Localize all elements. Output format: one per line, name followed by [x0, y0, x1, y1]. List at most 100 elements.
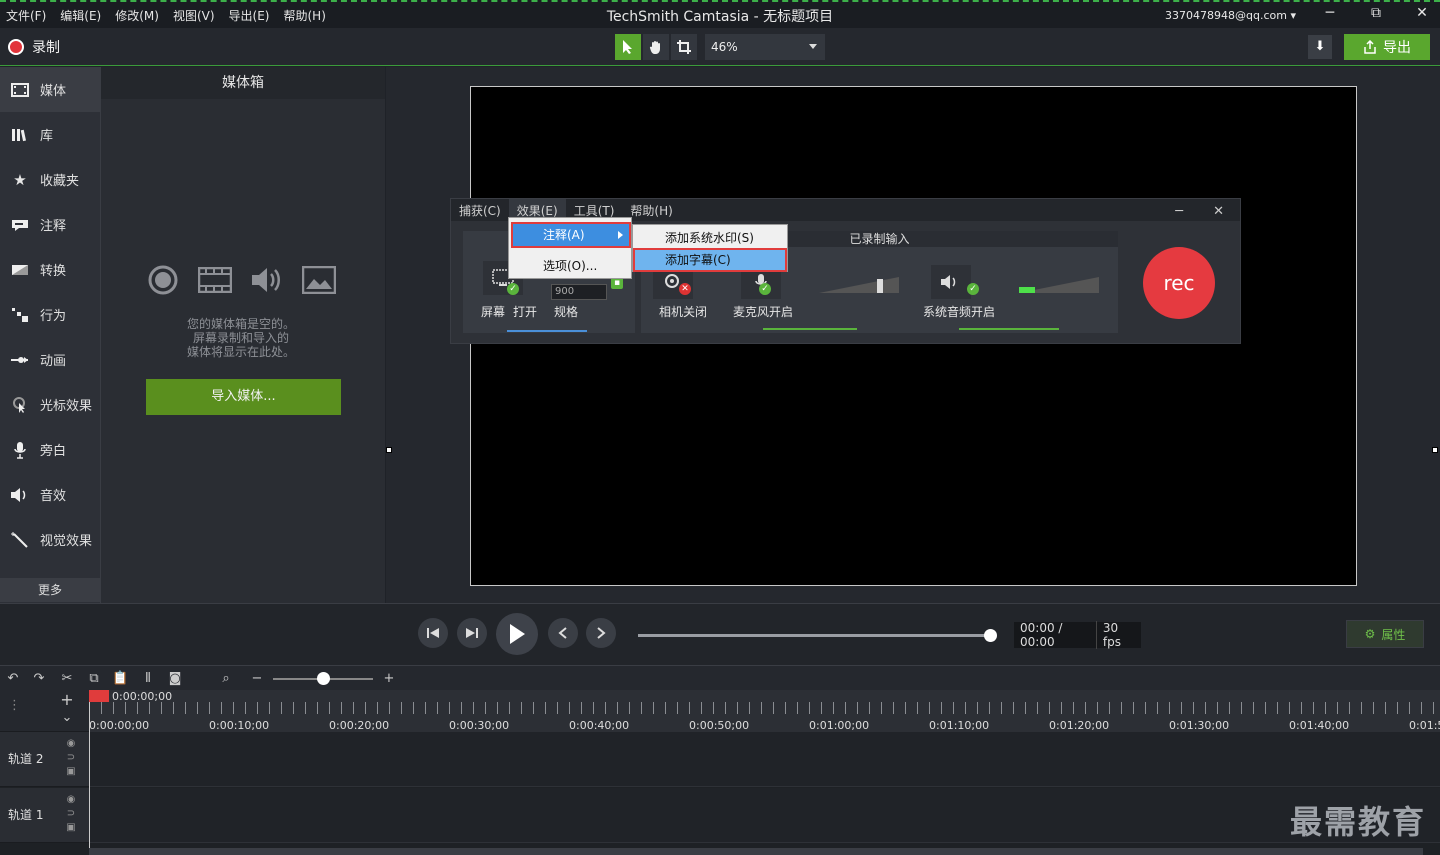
zoom-select[interactable]: 46%	[705, 34, 825, 60]
camera-label: 相机关闭	[659, 305, 708, 319]
playhead-handle[interactable]	[89, 690, 109, 702]
playhead-line	[89, 702, 90, 855]
sidebar-item-audio-effects[interactable]: 音效	[0, 472, 100, 517]
sidebar-item-label: 旁白	[40, 444, 67, 459]
ruler-label: 0:01:30;00	[1169, 719, 1230, 732]
mic-volume-slider[interactable]	[819, 275, 899, 295]
import-media-button[interactable]: 导入媒体...	[146, 379, 341, 415]
play-icon[interactable]	[496, 613, 538, 655]
record-button[interactable]: 录制	[8, 37, 60, 57]
sidebar-item-behaviors[interactable]: 行为	[0, 292, 100, 337]
sidebar-item-library[interactable]: 库	[0, 112, 100, 157]
zoom-in-icon[interactable]: +	[381, 671, 397, 687]
split-icon[interactable]: ⫴	[140, 671, 156, 687]
playhead-time: 0:00:00;00	[112, 690, 173, 703]
account-menu[interactable]: 3370478948@qq.com ▾	[1165, 9, 1296, 22]
redo-icon[interactable]: ↷	[31, 671, 47, 687]
pan-tool-button[interactable]	[643, 34, 669, 60]
add-track-icon[interactable]: +	[59, 692, 75, 708]
restore-icon[interactable]: ⧉	[1366, 5, 1386, 21]
sidebar-item-cursor-effects[interactable]: 光标效果	[0, 382, 100, 427]
menu-item-add-caption[interactable]: 添加字幕(C)	[633, 248, 787, 272]
sidebar-item-voice-narration[interactable]: 旁白	[0, 427, 100, 472]
sidebar-item-favorites[interactable]: ★ 收藏夹	[0, 157, 100, 202]
magnet-icon[interactable]: ⊃	[64, 752, 78, 764]
timeline-ruler[interactable]: 0:00:00;00 0:00:10;00 0:00:20;00 0:00:30;00…	[89, 690, 1440, 732]
chevron-right-icon	[618, 231, 623, 239]
sidebar-item-transitions[interactable]: 转换	[0, 247, 100, 292]
step-back-icon[interactable]	[418, 618, 448, 648]
media-type-icons	[146, 265, 336, 295]
pointer-icon	[623, 40, 632, 54]
animation-icon	[10, 351, 30, 369]
timeline-zoom-handle[interactable]	[317, 672, 330, 685]
next-marker-icon[interactable]	[586, 618, 616, 648]
eye-icon[interactable]: ◉	[64, 794, 78, 806]
share-icon	[1364, 40, 1376, 54]
recorder-menu-capture[interactable]: 捕获(C)	[451, 199, 509, 221]
lock-icon[interactable]: ▣	[64, 766, 78, 778]
chevron-down-icon[interactable]: ⌄	[59, 710, 75, 726]
select-tool-button[interactable]	[615, 34, 641, 60]
mic-label: 麦克风开启	[733, 305, 794, 319]
start-recording-button[interactable]: rec	[1143, 247, 1215, 319]
download-icon[interactable]: ⬇	[1308, 35, 1332, 59]
width-field[interactable]: 900	[551, 284, 607, 300]
resize-handle[interactable]	[386, 447, 392, 453]
eye-icon[interactable]: ◉	[64, 738, 78, 750]
properties-button[interactable]: ⚙ 属性	[1346, 620, 1424, 648]
timeline-scrollbar[interactable]	[89, 848, 1423, 855]
crop-tool-button[interactable]	[671, 34, 697, 60]
magnet-icon[interactable]: ⊃	[64, 808, 78, 820]
sidebar-item-annotations[interactable]: 注释	[0, 202, 100, 247]
zoom-icon[interactable]: ⌕	[218, 671, 234, 687]
track-header[interactable]: 轨道 1 ◉ ⊃ ▣	[0, 788, 89, 843]
menu-export[interactable]: 导出(E)	[229, 7, 270, 24]
track-lane[interactable]	[89, 788, 1440, 843]
annotation-icon	[10, 216, 30, 234]
sidebar-item-label: 光标效果	[40, 399, 93, 414]
menu-modify[interactable]: 修改(M)	[115, 7, 159, 24]
disabled-icon: ✕	[679, 283, 691, 295]
menu-item-options[interactable]: 选项(O)...	[513, 255, 629, 277]
scrub-bar[interactable]	[638, 634, 990, 637]
minimize-icon[interactable]: ─	[1167, 201, 1191, 222]
paste-icon[interactable]: 📋	[112, 671, 128, 687]
title-bar: 文件(F) 编辑(E) 修改(M) 视图(V) 导出(E) 帮助(H) Tech…	[0, 0, 1440, 28]
window-controls: ─ ⧉ ✕	[1320, 5, 1432, 21]
track-lane[interactable]	[89, 732, 1440, 787]
microphone-icon	[10, 441, 30, 459]
undo-icon[interactable]: ↶	[5, 671, 21, 687]
lock-icon[interactable]: ▣	[64, 822, 78, 834]
menu-file[interactable]: 文件(F)	[6, 7, 46, 24]
copy-icon[interactable]: ⧉	[86, 671, 102, 687]
sidebar-item-animations[interactable]: 动画	[0, 337, 100, 382]
menu-view[interactable]: 视图(V)	[173, 7, 215, 24]
track-header[interactable]: 轨道 2 ◉ ⊃ ▣	[0, 732, 89, 787]
cut-icon[interactable]: ✂	[59, 671, 75, 687]
sidebar-item-label: 音效	[40, 489, 67, 504]
camera-snapshot-icon[interactable]: ◙	[167, 671, 183, 687]
track-name: 轨道 1	[8, 808, 44, 822]
sidebar-item-media[interactable]: 媒体	[0, 67, 100, 112]
sidebar-more-button[interactable]: 更多	[0, 578, 100, 602]
menu-item-annotation[interactable]: 注释(A)	[511, 222, 631, 248]
close-icon[interactable]: ✕	[1205, 201, 1232, 222]
timeline-handle-icon[interactable]: ⋮	[8, 698, 21, 714]
sidebar-item-visual-effects[interactable]: 视觉效果	[0, 517, 100, 562]
menu-help[interactable]: 帮助(H)	[283, 7, 325, 24]
previous-marker-icon[interactable]	[548, 618, 578, 648]
close-icon[interactable]: ✕	[1412, 5, 1432, 21]
time-readout: 00:00 / 00:00	[1014, 621, 1097, 649]
annotation-submenu: 添加系统水印(S) 添加字幕(C)	[632, 224, 788, 272]
menu-edit[interactable]: 编辑(E)	[60, 7, 101, 24]
resize-handle[interactable]	[1432, 447, 1438, 453]
scrub-handle[interactable]	[984, 629, 997, 642]
zoom-out-icon[interactable]: −	[249, 671, 265, 687]
step-forward-icon[interactable]	[457, 618, 487, 648]
system-audio-toggle-button[interactable]	[931, 265, 971, 299]
library-icon	[10, 126, 30, 144]
export-button[interactable]: 导出	[1344, 34, 1430, 60]
menu-item-add-system-watermark[interactable]: 添加系统水印(S)	[635, 228, 785, 248]
minimize-icon[interactable]: ─	[1320, 5, 1340, 21]
